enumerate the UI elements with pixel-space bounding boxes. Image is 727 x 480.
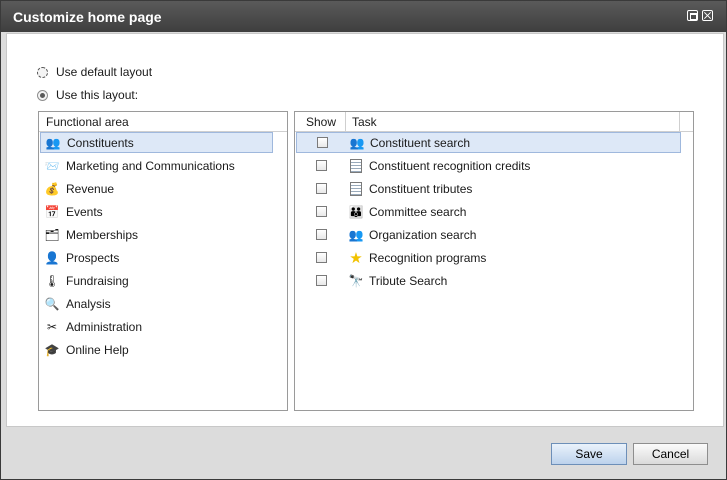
task-list[interactable]: Show Task 👥 Constituent search Constituent… bbox=[294, 111, 694, 411]
custom-layout-radio[interactable] bbox=[37, 89, 48, 101]
dialog-body: Use default layout Use this layout: Func… bbox=[6, 33, 724, 427]
task-label[interactable]: Committee search bbox=[369, 205, 466, 219]
functional-area-item-label: Analysis bbox=[66, 296, 111, 311]
functional-area-header: Functional area bbox=[39, 112, 287, 132]
custom-layout-label: Use this layout: bbox=[56, 88, 139, 102]
analysis-icon: 🔍 bbox=[44, 296, 60, 311]
revenue-icon: 💰 bbox=[44, 181, 60, 196]
task-row[interactable]: ★ Recognition programs bbox=[296, 247, 681, 268]
events-icon: 📅 bbox=[44, 204, 60, 219]
task-label[interactable]: Organization search bbox=[369, 228, 476, 242]
people-icon: 👥 bbox=[349, 135, 365, 150]
column-divider bbox=[345, 112, 346, 131]
marketing-icon: 📨 bbox=[44, 158, 60, 173]
task-row[interactable]: 🔭 Tribute Search bbox=[296, 270, 681, 291]
task-row[interactable]: Constituent tributes bbox=[296, 178, 681, 199]
functional-area-item[interactable]: ✂ Administration bbox=[40, 316, 273, 337]
functional-area-item[interactable]: 🎓 Online Help bbox=[40, 339, 273, 360]
functional-area-item[interactable]: 📨 Marketing and Communications bbox=[40, 155, 273, 176]
show-checkbox[interactable] bbox=[316, 275, 327, 286]
functional-area-item[interactable]: 👥 Constituents bbox=[40, 132, 273, 153]
functional-area-item-label: Events bbox=[66, 204, 103, 219]
task-label[interactable]: Constituent search bbox=[370, 136, 470, 150]
administration-icon: ✂ bbox=[46, 319, 58, 334]
functional-area-header-label: Functional area bbox=[46, 115, 129, 129]
default-layout-radio[interactable] bbox=[37, 66, 48, 78]
save-button[interactable]: Save bbox=[551, 443, 627, 465]
functional-area-item-label: Prospects bbox=[66, 250, 120, 265]
functional-area-item-label: Online Help bbox=[66, 342, 129, 357]
close-icon[interactable] bbox=[702, 10, 713, 21]
dialog-title: Customize home page bbox=[13, 9, 162, 25]
functional-area-item-label: Revenue bbox=[66, 181, 115, 196]
show-checkbox[interactable] bbox=[317, 137, 328, 148]
online-help-icon: 🎓 bbox=[44, 342, 60, 357]
column-divider bbox=[679, 112, 680, 131]
functional-area-item[interactable]: 📅 Events bbox=[40, 201, 273, 222]
task-column-header[interactable]: Task bbox=[352, 115, 377, 129]
prospects-icon: 👤 bbox=[44, 250, 60, 265]
use-this-layout-option[interactable]: Use this layout: bbox=[37, 87, 138, 103]
functional-area-item-label: Memberships bbox=[66, 227, 139, 242]
functional-area-item-label: Marketing and Communications bbox=[66, 158, 235, 173]
star-icon: ★ bbox=[349, 249, 363, 267]
task-row[interactable]: 👥 Organization search bbox=[296, 224, 681, 245]
functional-area-item-label: Fundraising bbox=[66, 273, 129, 288]
maximize-icon[interactable] bbox=[687, 10, 698, 21]
task-row[interactable]: 👥 Constituent search bbox=[296, 132, 681, 153]
fundraising-icon: 🌡 bbox=[44, 273, 60, 288]
show-checkbox[interactable] bbox=[316, 229, 327, 240]
show-checkbox[interactable] bbox=[316, 206, 327, 217]
use-default-layout-option[interactable]: Use default layout bbox=[37, 64, 152, 80]
document-icon bbox=[348, 181, 364, 197]
show-checkbox[interactable] bbox=[316, 183, 327, 194]
memberships-icon: 🗂 bbox=[44, 227, 60, 242]
default-layout-label: Use default layout bbox=[56, 65, 153, 79]
functional-area-list[interactable]: Functional area 👥 Constituents 📨 Marketing … bbox=[38, 111, 288, 411]
binoculars-icon: 🔭 bbox=[348, 273, 364, 288]
document-glyph bbox=[350, 158, 362, 173]
functional-area-item[interactable]: 🌡 Fundraising bbox=[40, 270, 273, 291]
task-list-header: Show Task bbox=[295, 112, 693, 132]
task-row[interactable]: Constituent recognition credits bbox=[296, 155, 681, 176]
task-row[interactable]: 👪 Committee search bbox=[296, 201, 681, 222]
people-icon: 👥 bbox=[348, 227, 364, 242]
show-checkbox[interactable] bbox=[316, 160, 327, 171]
title-bar: Customize home page bbox=[1, 1, 726, 32]
functional-area-item[interactable]: 👤 Prospects bbox=[40, 247, 273, 268]
document-icon bbox=[348, 158, 364, 174]
document-glyph bbox=[350, 181, 362, 196]
task-label[interactable]: Recognition programs bbox=[369, 251, 486, 265]
functional-area-item-label: Administration bbox=[66, 319, 143, 334]
committee-icon: 👪 bbox=[348, 204, 364, 219]
show-column-header[interactable]: Show bbox=[306, 115, 336, 129]
constituents-icon: 👥 bbox=[45, 135, 61, 150]
task-label[interactable]: Tribute Search bbox=[369, 274, 447, 288]
functional-area-item[interactable]: 🗂 Memberships bbox=[40, 224, 273, 245]
task-label[interactable]: Constituent recognition credits bbox=[369, 159, 530, 173]
functional-area-item[interactable]: 🔍 Analysis bbox=[40, 293, 273, 314]
functional-area-item[interactable]: 💰 Revenue bbox=[40, 178, 273, 199]
show-checkbox[interactable] bbox=[316, 252, 327, 263]
cancel-button[interactable]: Cancel bbox=[633, 443, 708, 465]
functional-area-item-label: Constituents bbox=[67, 135, 134, 150]
customize-home-page-dialog: Customize home page Use default layout U… bbox=[0, 0, 727, 480]
task-label[interactable]: Constituent tributes bbox=[369, 182, 472, 196]
